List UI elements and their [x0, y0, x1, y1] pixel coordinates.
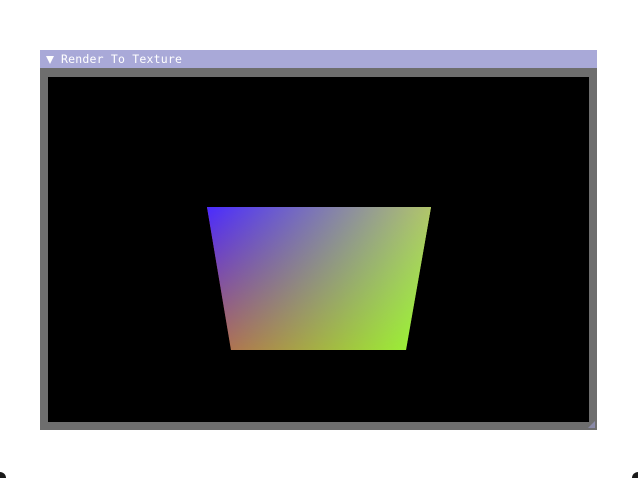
triangle-down-icon[interactable] [46, 55, 54, 64]
colored-quad [207, 207, 431, 350]
window-title-bar[interactable]: Render To Texture [40, 50, 597, 68]
render-to-texture-window[interactable]: Render To Texture [40, 50, 597, 430]
resize-grip-icon[interactable] [588, 421, 595, 428]
screen-corner-right [632, 472, 638, 478]
rendered-texture-image [207, 207, 431, 350]
window-title: Render To Texture [61, 52, 183, 66]
screen-corner-left [0, 472, 6, 478]
texture-viewport [48, 77, 589, 422]
